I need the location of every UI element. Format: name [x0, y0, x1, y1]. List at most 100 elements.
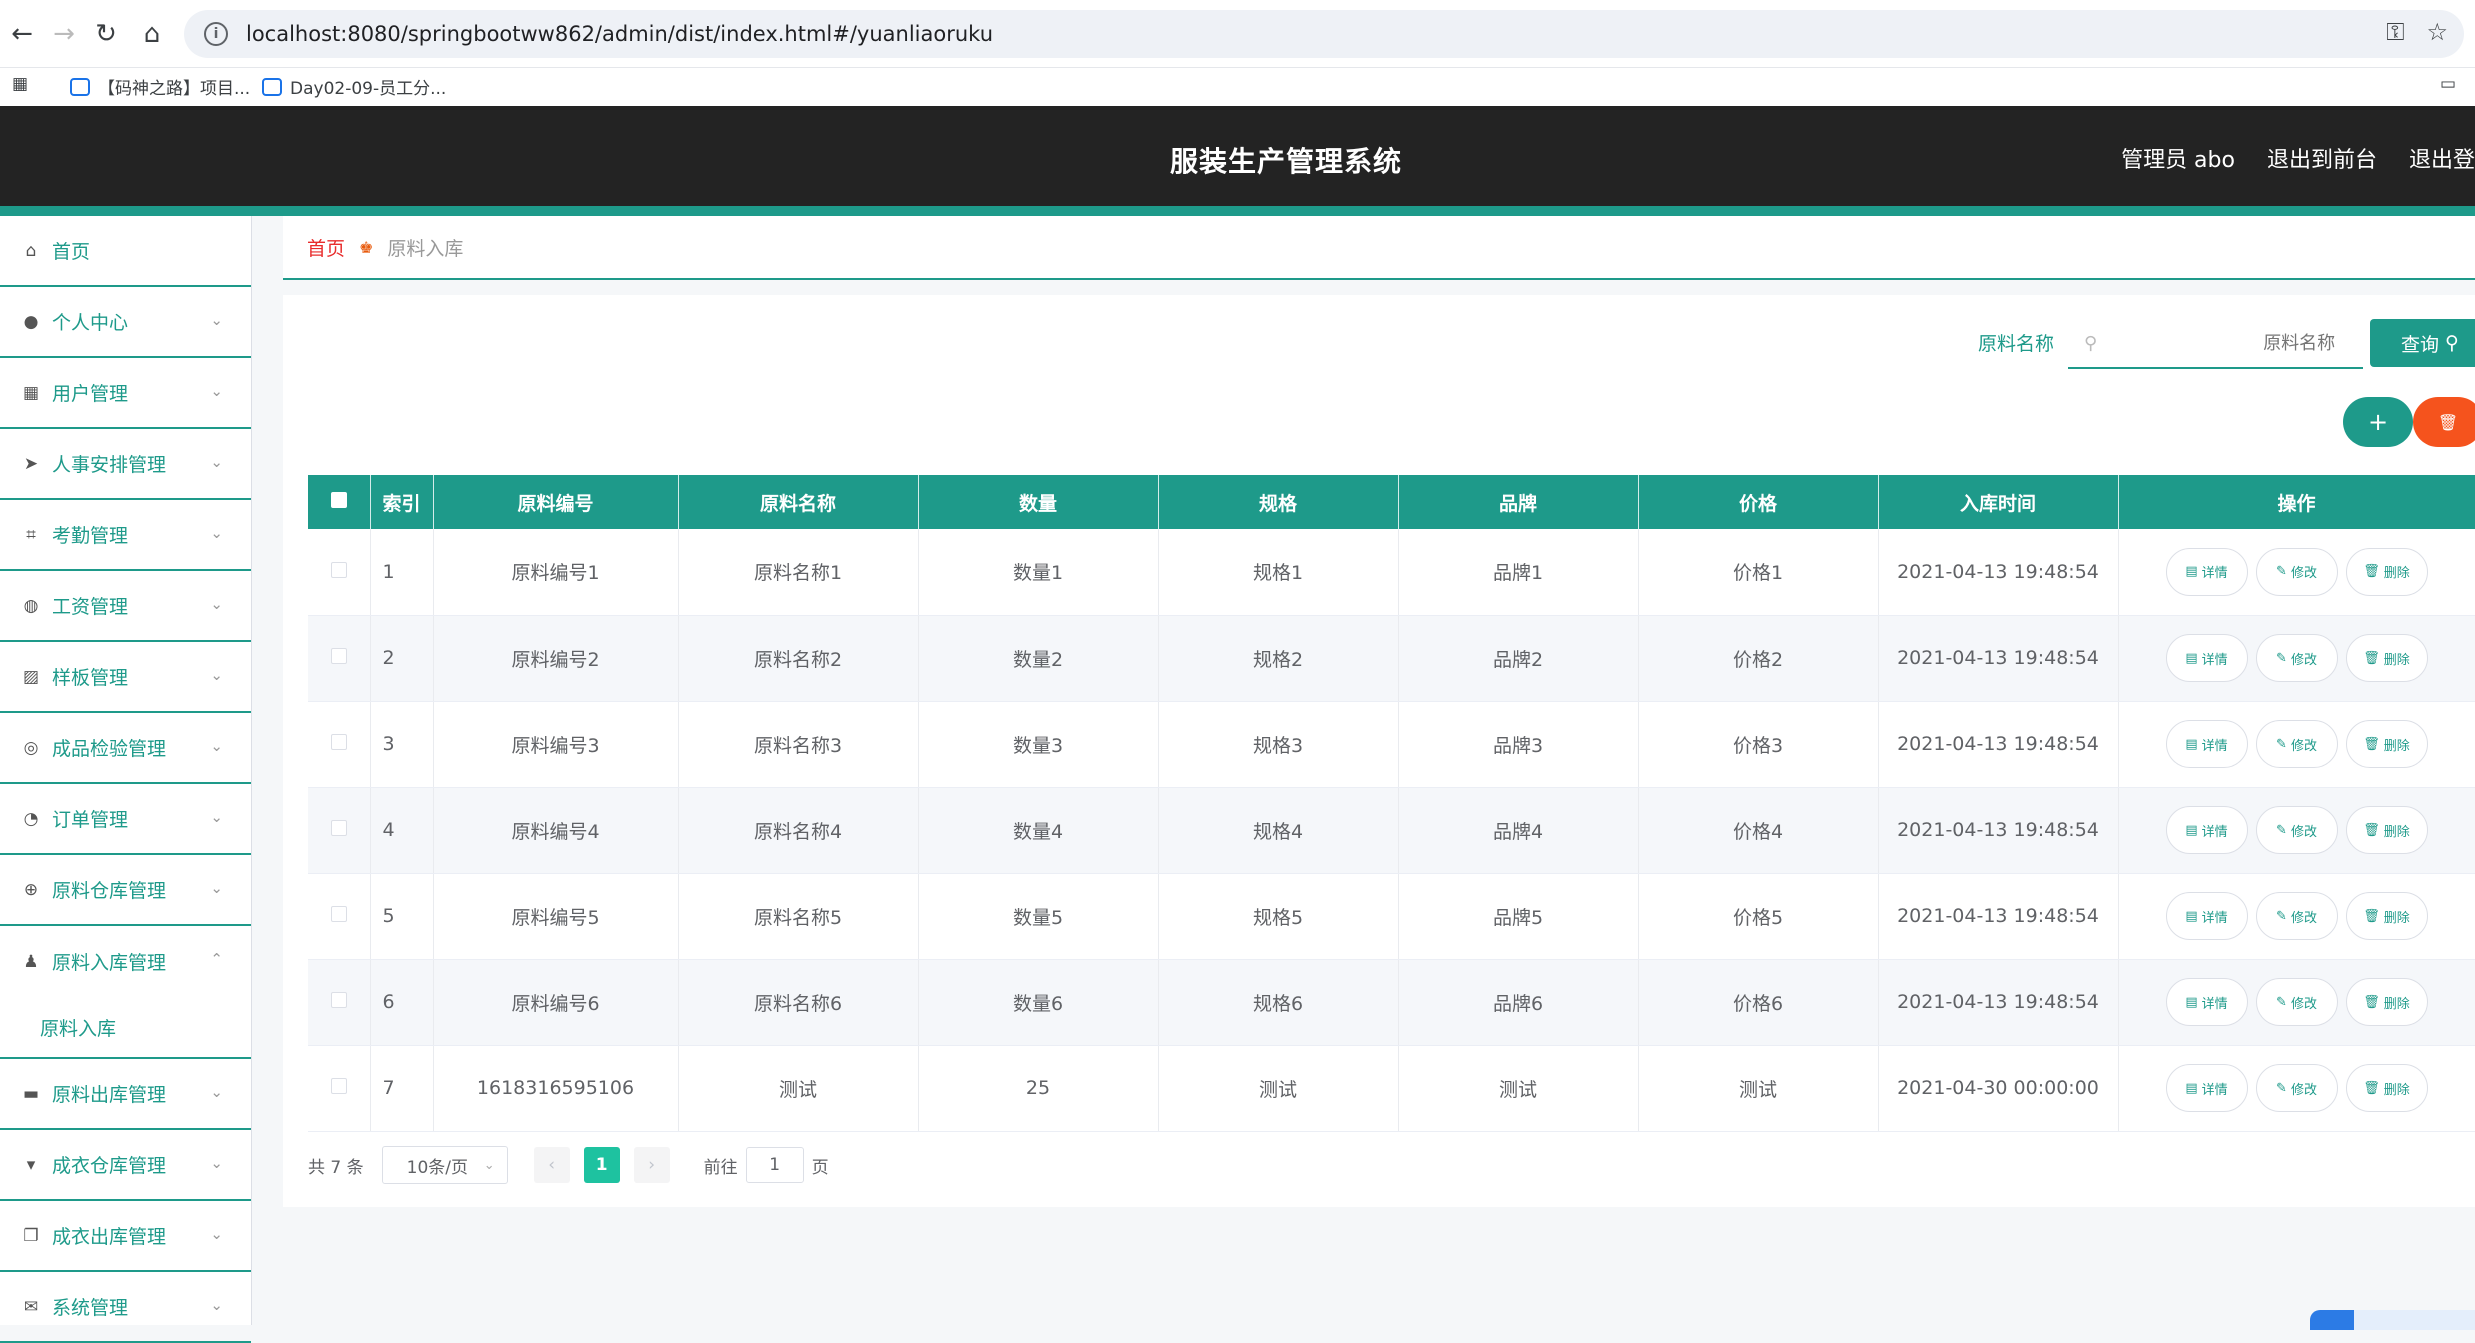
- row-checkbox[interactable]: [330, 992, 347, 1008]
- sidebar-item-personal-center[interactable]: ● 个人中心 ⌄: [0, 287, 251, 358]
- sidebar-item-sample[interactable]: ▨ 样板管理 ⌄: [0, 642, 251, 713]
- sidebar-item-label: 成衣出库管理: [52, 1226, 167, 1248]
- cell-price: 价格5: [1638, 873, 1879, 960]
- sidebar-item-system[interactable]: ✉ 系统管理 ⌄: [0, 1272, 251, 1343]
- detail-button-label: 详情: [2201, 996, 2228, 1012]
- folder-icon[interactable]: ▭: [2440, 74, 2456, 94]
- detail-button[interactable]: ▤ 详情: [2165, 892, 2248, 940]
- edit-icon: ✎: [2276, 1080, 2287, 1096]
- sidebar-item-material-outbound[interactable]: ▬ 原料出库管理 ⌄: [0, 1059, 251, 1130]
- page-size-select[interactable]: 10条/页 ⌄: [381, 1146, 508, 1184]
- back-icon[interactable]: ←: [0, 12, 44, 56]
- table-row: 1 原料编号1 原料名称1 数量1 规格1 品牌1 价格1 2021-04-13 19:48:…: [308, 529, 2475, 616]
- select-all-cell[interactable]: [308, 475, 371, 529]
- cell-qty: 数量6: [918, 959, 1159, 1046]
- prev-page-button[interactable]: ‹: [533, 1147, 570, 1183]
- address-bar[interactable]: i localhost:8080/springbootww862/admin/d…: [184, 10, 2464, 58]
- edit-button[interactable]: ✎ 修改: [2255, 892, 2338, 940]
- bookmark-star-icon[interactable]: ☆: [2426, 18, 2448, 46]
- delete-button[interactable]: 🗑 删除: [2345, 892, 2428, 940]
- detail-button[interactable]: ▤ 详情: [2165, 978, 2248, 1026]
- search-field[interactable]: ⚲: [2068, 319, 2363, 369]
- exit-to-front-link[interactable]: 退出到前台: [2267, 142, 2377, 174]
- apps-grid-icon[interactable]: ▦: [12, 74, 28, 94]
- chevron-up-icon: ⌃: [210, 950, 223, 968]
- bookmark-item-2[interactable]: Day02-09-员工分...: [262, 74, 446, 99]
- chevron-down-icon: ⌄: [210, 1154, 223, 1172]
- sidebar-item-material-inbound[interactable]: ♟ 原料入库管理 ⌃: [0, 926, 251, 997]
- column-header: 价格: [1638, 475, 1879, 529]
- row-select-cell[interactable]: [308, 1045, 371, 1132]
- detail-button[interactable]: ▤ 详情: [2165, 1064, 2248, 1112]
- cell-brand: 品牌3: [1398, 701, 1639, 788]
- query-button[interactable]: 查询 ⚲: [2370, 319, 2475, 367]
- sidebar-item-material-warehouse[interactable]: ⊕ 原料仓库管理 ⌄: [0, 855, 251, 926]
- sidebar-item-garment-warehouse[interactable]: ▾ 成衣仓库管理 ⌄: [0, 1130, 251, 1201]
- row-select-cell[interactable]: [308, 873, 371, 960]
- sidebar-item-inspection[interactable]: ◎ 成品检验管理 ⌄: [0, 713, 251, 784]
- briefcase-icon: ▬: [22, 1083, 40, 1104]
- sidebar-item-user-management[interactable]: ▦ 用户管理 ⌄: [0, 358, 251, 429]
- cell-qty: 数量2: [918, 615, 1159, 702]
- delete-button[interactable]: 🗑 删除: [2345, 1064, 2428, 1112]
- detail-button[interactable]: ▤ 详情: [2165, 806, 2248, 854]
- row-checkbox[interactable]: [330, 1078, 347, 1094]
- password-key-icon[interactable]: ⚿: [2386, 18, 2404, 46]
- cell-spec: 规格2: [1158, 615, 1399, 702]
- home-browser-icon[interactable]: ⌂: [130, 12, 174, 56]
- edit-button-label: 修改: [2290, 824, 2317, 840]
- cell-index: 6: [370, 959, 434, 1046]
- next-page-button[interactable]: ›: [633, 1147, 670, 1183]
- delete-button[interactable]: 🗑 删除: [2345, 978, 2428, 1026]
- edit-button[interactable]: ✎ 修改: [2255, 547, 2338, 596]
- logout-link[interactable]: 退出登: [2409, 142, 2475, 174]
- row-select-cell[interactable]: [308, 615, 371, 702]
- row-checkbox[interactable]: [330, 734, 347, 750]
- delete-button[interactable]: 🗑 删除: [2345, 720, 2428, 768]
- sidebar-item-orders[interactable]: ◔ 订单管理 ⌄: [0, 784, 251, 855]
- goto-page-input[interactable]: 1: [745, 1147, 804, 1183]
- search-input[interactable]: [2097, 331, 2338, 355]
- delete-button[interactable]: 🗑 删除: [2345, 806, 2428, 854]
- delete-button-label: 删除: [2383, 566, 2410, 582]
- floating-widget[interactable]: [2310, 1310, 2475, 1330]
- row-checkbox[interactable]: [330, 648, 347, 664]
- add-button[interactable]: +: [2343, 397, 2413, 447]
- detail-button[interactable]: ▤ 详情: [2165, 720, 2248, 768]
- row-checkbox[interactable]: [330, 561, 347, 578]
- sidebar-item-attendance[interactable]: ⌗ 考勤管理 ⌄: [0, 500, 251, 571]
- row-select-cell[interactable]: [308, 701, 371, 788]
- edit-button[interactable]: ✎ 修改: [2255, 720, 2338, 768]
- breadcrumb-home[interactable]: 首页: [307, 234, 345, 261]
- trash-icon: 🗑: [2363, 994, 2380, 1010]
- reload-icon[interactable]: ↻: [84, 12, 128, 56]
- site-info-icon[interactable]: i: [204, 22, 228, 46]
- batch-delete-button[interactable]: 🗑: [2413, 397, 2475, 447]
- row-checkbox[interactable]: [330, 906, 347, 922]
- cell-price: 价格2: [1638, 615, 1879, 702]
- forward-icon[interactable]: →: [42, 12, 86, 56]
- row-select-cell[interactable]: [308, 787, 371, 874]
- sidebar-item-salary[interactable]: ◍ 工资管理 ⌄: [0, 571, 251, 642]
- edit-button-label: 修改: [2290, 652, 2317, 668]
- bookmark-item-1[interactable]: 【码神之路】项目...: [70, 74, 250, 99]
- edit-button[interactable]: ✎ 修改: [2255, 634, 2338, 682]
- sidebar-subitem-material-inbound[interactable]: 原料入库: [0, 997, 251, 1059]
- delete-button[interactable]: 🗑 删除: [2345, 547, 2428, 596]
- detail-button[interactable]: ▤ 详情: [2165, 634, 2248, 682]
- sidebar-item-label: 考勤管理: [52, 525, 129, 547]
- sidebar-item-garment-outbound[interactable]: ❐ 成衣出库管理 ⌄: [0, 1201, 251, 1272]
- detail-button[interactable]: ▤ 详情: [2165, 547, 2248, 596]
- edit-button[interactable]: ✎ 修改: [2255, 806, 2338, 854]
- sidebar-item-hr-arrangement[interactable]: ➤ 人事安排管理 ⌄: [0, 429, 251, 500]
- select-all-checkbox[interactable]: [330, 492, 347, 508]
- document-icon: ▤: [2185, 994, 2198, 1010]
- edit-button[interactable]: ✎ 修改: [2255, 978, 2338, 1026]
- row-select-cell[interactable]: [308, 529, 371, 616]
- edit-button[interactable]: ✎ 修改: [2255, 1064, 2338, 1112]
- delete-button[interactable]: 🗑 删除: [2345, 634, 2428, 682]
- sidebar-item-home[interactable]: ⌂ 首页: [0, 216, 251, 287]
- page-number-button[interactable]: 1: [583, 1147, 620, 1183]
- row-select-cell[interactable]: [308, 959, 371, 1046]
- row-checkbox[interactable]: [330, 820, 347, 836]
